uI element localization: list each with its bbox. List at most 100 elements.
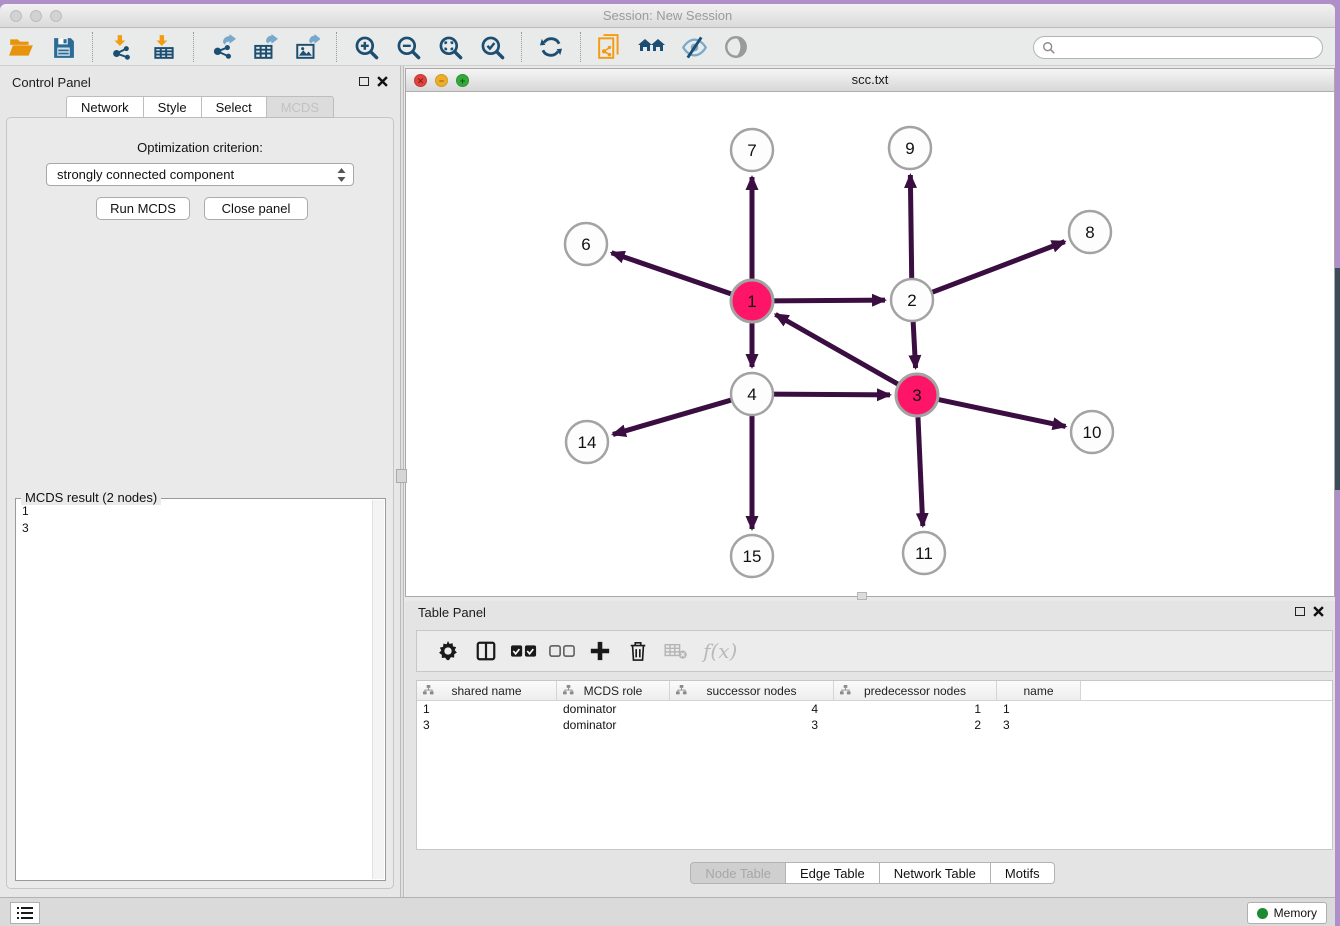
close-panel-button[interactable]: Close panel — [204, 197, 308, 220]
show-panel-eye-icon[interactable] — [721, 32, 751, 62]
table-cell[interactable]: 3 — [997, 717, 1081, 733]
refresh-icon[interactable] — [536, 32, 566, 62]
network-splitter-handle[interactable] — [857, 592, 867, 600]
tab-network-table[interactable]: Network Table — [880, 862, 991, 884]
table-panel: Table Panel — [405, 601, 1335, 897]
toolbar-separator — [580, 32, 581, 62]
open-folder-icon[interactable] — [6, 32, 36, 62]
edge-2-9[interactable] — [910, 175, 911, 281]
zoom-in-icon[interactable] — [351, 32, 381, 62]
table-cell[interactable]: 1 — [997, 701, 1081, 717]
edge-4-3[interactable] — [771, 394, 890, 395]
zoom-selected-icon[interactable] — [477, 32, 507, 62]
table-panel-tabs: Node TableEdge TableNetwork TableMotifs — [405, 862, 1335, 884]
task-list-button[interactable] — [10, 902, 40, 924]
network-graph-canvas[interactable]: 1234678910111415 — [406, 92, 1334, 596]
node-label: 14 — [578, 433, 597, 452]
float-table-panel-icon[interactable] — [1295, 607, 1305, 616]
edge-3-10[interactable] — [936, 399, 1066, 426]
tab-node-table[interactable]: Node Table — [690, 862, 786, 884]
mcds-result-list: 13 — [18, 503, 371, 878]
close-panel-icon[interactable] — [377, 76, 388, 87]
tab-style[interactable]: Style — [144, 96, 202, 118]
home-icon[interactable] — [637, 32, 667, 62]
criterion-value: strongly connected component — [57, 167, 234, 182]
table-cell[interactable]: 4 — [670, 701, 834, 717]
zoom-out-icon[interactable] — [393, 32, 423, 62]
tab-mcds[interactable]: MCDS — [267, 96, 334, 118]
table-row[interactable]: 3dominator323 — [417, 717, 1332, 733]
table-cell[interactable]: 3 — [670, 717, 834, 733]
table-cell[interactable]: 1 — [417, 701, 557, 717]
splitter-handle[interactable] — [396, 469, 407, 483]
export-table-icon[interactable] — [250, 32, 280, 62]
tab-network[interactable]: Network — [66, 96, 144, 118]
memory-button[interactable]: Memory — [1247, 902, 1327, 924]
node-label: 7 — [747, 141, 756, 160]
select-all-checks-icon[interactable] — [511, 638, 537, 664]
delete-table-icon — [663, 638, 689, 664]
edge-4-14[interactable] — [613, 399, 734, 434]
tab-select[interactable]: Select — [202, 96, 267, 118]
result-scrollbar[interactable] — [372, 500, 384, 879]
column-header-name[interactable]: name — [997, 681, 1081, 700]
toolbar-separator — [336, 32, 337, 62]
network-window-title: scc.txt — [406, 72, 1334, 87]
close-table-panel-icon[interactable] — [1313, 606, 1324, 617]
run-mcds-button[interactable]: Run MCDS — [96, 197, 190, 220]
table-panel-title: Table Panel — [418, 605, 486, 620]
network-window-titlebar[interactable]: ✕ − + scc.txt — [406, 69, 1334, 92]
edge-3-1[interactable] — [775, 314, 900, 385]
edge-1-2[interactable] — [771, 300, 885, 301]
table-cell[interactable]: dominator — [557, 701, 670, 717]
window-titlebar: Session: New Session — [0, 4, 1335, 28]
export-network-icon[interactable] — [208, 32, 238, 62]
main-toolbar — [0, 29, 1335, 66]
table-row[interactable]: 1dominator411 — [417, 701, 1332, 717]
criterion-dropdown[interactable]: strongly connected component — [46, 163, 354, 186]
zoom-fit-icon[interactable] — [435, 32, 465, 62]
table-cell[interactable]: 1 — [834, 701, 997, 717]
column-header-MCDS-role[interactable]: MCDS role — [557, 681, 670, 700]
edge-2-8[interactable] — [930, 242, 1065, 294]
settings-gear-icon[interactable] — [435, 638, 461, 664]
result-line: 1 — [22, 503, 371, 520]
import-table-icon[interactable] — [149, 32, 179, 62]
edge-1-6[interactable] — [612, 253, 734, 295]
tab-edge-table[interactable]: Edge Table — [786, 862, 880, 884]
search-icon — [1042, 41, 1056, 55]
table-cell[interactable]: 2 — [834, 717, 997, 733]
columns-icon[interactable] — [473, 638, 499, 664]
toolbar-search-field[interactable] — [1033, 36, 1323, 59]
column-header-successor-nodes[interactable]: successor nodes — [670, 681, 834, 700]
add-column-icon[interactable] — [587, 638, 613, 664]
toolbar-separator — [92, 32, 93, 62]
deselect-all-checks-icon[interactable] — [549, 638, 575, 664]
edge-2-3[interactable] — [913, 319, 916, 368]
import-network-icon[interactable] — [107, 32, 137, 62]
search-input[interactable] — [1056, 39, 1322, 57]
node-table-rows: 1dominator4113dominator323 — [417, 701, 1332, 733]
node-table-header: shared nameMCDS rolesuccessor nodesprede… — [417, 681, 1332, 701]
node-label: 3 — [912, 386, 921, 405]
result-line: 3 — [22, 520, 371, 537]
node-label: 10 — [1083, 423, 1102, 442]
delete-column-icon[interactable] — [625, 638, 651, 664]
float-panel-icon[interactable] — [359, 77, 369, 86]
edge-3-11[interactable] — [918, 414, 923, 526]
column-header-shared-name[interactable]: shared name — [417, 681, 557, 700]
copy-network-icon[interactable] — [595, 32, 625, 62]
mcds-panel: Optimization criterion: strongly connect… — [6, 117, 394, 889]
node-label: 1 — [747, 292, 756, 311]
tab-motifs[interactable]: Motifs — [991, 862, 1055, 884]
control-panel-tabs: NetworkStyleSelectMCDS — [0, 96, 400, 118]
column-header-predecessor-nodes[interactable]: predecessor nodes — [834, 681, 997, 700]
toolbar-separator — [521, 32, 522, 62]
hide-panel-eye-slash-icon[interactable] — [679, 32, 709, 62]
export-image-icon[interactable] — [292, 32, 322, 62]
table-cell[interactable]: dominator — [557, 717, 670, 733]
list-icon — [17, 906, 33, 920]
save-icon[interactable] — [48, 32, 78, 62]
table-cell[interactable]: 3 — [417, 717, 557, 733]
node-table[interactable]: shared nameMCDS rolesuccessor nodesprede… — [416, 680, 1333, 850]
